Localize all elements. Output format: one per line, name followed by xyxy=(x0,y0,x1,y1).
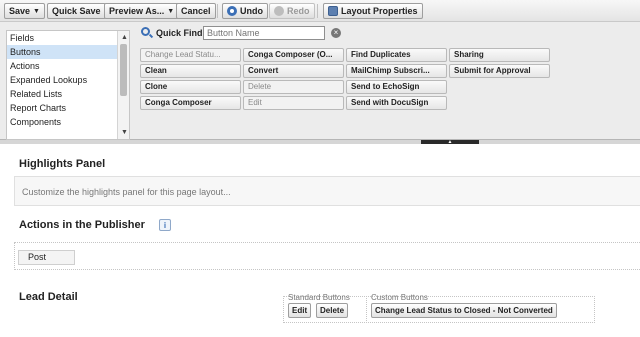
button-group-divider xyxy=(366,296,367,323)
palette-button-mailchimp-subscribe[interactable]: MailChimp Subscri... xyxy=(346,64,447,78)
search-icon xyxy=(141,27,150,36)
redo-label: Redo xyxy=(287,6,310,16)
palette-button-change-lead-status[interactable]: Change Lead Statu... xyxy=(140,48,241,62)
cancel-label: Cancel xyxy=(181,6,211,16)
quick-find-input[interactable] xyxy=(203,26,325,40)
standard-buttons-label: Standard Buttons xyxy=(288,293,350,302)
edit-button[interactable]: Edit xyxy=(288,303,312,318)
palette-button-sharing[interactable]: Sharing xyxy=(449,48,550,62)
category-report-charts[interactable]: Report Charts xyxy=(7,101,129,115)
palette-category-list: Fields Buttons Actions Expanded Lookups … xyxy=(6,30,130,140)
redo-button[interactable]: Redo xyxy=(269,3,315,19)
palette-button-conga-composer-o[interactable]: Conga Composer (O... xyxy=(243,48,344,62)
palette-button-send-to-echosign[interactable]: Send to EchoSign xyxy=(346,80,447,94)
palette-button-edit[interactable]: Edit xyxy=(243,96,344,110)
change-lead-status-button[interactable]: Change Lead Status to Closed - Not Conve… xyxy=(371,303,557,318)
category-buttons[interactable]: Buttons xyxy=(7,45,129,59)
layout-properties-label: Layout Properties xyxy=(341,6,418,16)
toolbar-divider xyxy=(217,4,218,18)
custom-buttons-label: Custom Buttons xyxy=(371,293,428,302)
palette-button-send-with-docusign[interactable]: Send with DocuSign xyxy=(346,96,447,110)
palette-button-convert[interactable]: Convert xyxy=(243,64,344,78)
layout-properties-button[interactable]: Layout Properties xyxy=(323,3,423,19)
clear-search-icon[interactable]: × xyxy=(331,28,341,38)
chevron-down-icon: ▼ xyxy=(167,7,175,15)
toolbar: Save ▼ Quick Save Preview As... ▼ Cancel… xyxy=(0,0,640,22)
category-fields[interactable]: Fields xyxy=(7,31,129,45)
redo-icon xyxy=(274,6,284,16)
toolbar-divider xyxy=(317,4,318,18)
info-icon[interactable]: i xyxy=(159,219,171,231)
undo-label: Undo xyxy=(240,6,263,16)
palette-button-conga-composer[interactable]: Conga Composer xyxy=(140,96,241,110)
undo-icon xyxy=(227,6,237,16)
palette-button-delete[interactable]: Delete xyxy=(243,80,344,94)
publisher-section-title: Actions in the Publisher xyxy=(19,219,145,231)
palette-button-clone[interactable]: Clone xyxy=(140,80,241,94)
palette-button-clean[interactable]: Clean xyxy=(140,64,241,78)
lead-detail-title: Lead Detail xyxy=(19,291,78,303)
post-action[interactable]: Post xyxy=(18,250,75,265)
layout-properties-icon xyxy=(328,6,338,16)
undo-button[interactable]: Undo xyxy=(222,3,268,19)
cancel-button[interactable]: Cancel xyxy=(176,3,216,19)
category-related-lists[interactable]: Related Lists xyxy=(7,87,129,101)
chevron-down-icon[interactable]: ▼ xyxy=(33,8,40,15)
palette-resize-bar[interactable] xyxy=(0,140,640,144)
palette-button-submit-for-approval[interactable]: Submit for Approval xyxy=(449,64,550,78)
category-scrollbar[interactable]: ▲ ▼ xyxy=(117,31,129,139)
scroll-down-icon[interactable]: ▼ xyxy=(121,129,128,136)
category-components[interactable]: Components xyxy=(7,115,129,129)
preview-as-label: Preview As... xyxy=(109,6,165,16)
scroll-up-icon[interactable]: ▲ xyxy=(121,34,128,41)
palette-button-find-duplicates[interactable]: Find Duplicates xyxy=(346,48,447,62)
highlights-panel-hint: Customize the highlights panel for this … xyxy=(22,187,231,197)
highlights-panel-title: Highlights Panel xyxy=(19,158,106,170)
save-button[interactable]: Save ▼ xyxy=(4,3,45,19)
publisher-actions-box xyxy=(14,242,640,270)
quick-save-button[interactable]: Quick Save xyxy=(47,3,106,19)
quick-save-label: Quick Save xyxy=(52,6,101,16)
delete-button[interactable]: Delete xyxy=(316,303,349,318)
save-label: Save xyxy=(9,6,31,16)
preview-as-button[interactable]: Preview As... ▼ xyxy=(104,3,180,19)
category-expanded-lookups[interactable]: Expanded Lookups xyxy=(7,73,129,87)
category-actions[interactable]: Actions xyxy=(7,59,129,73)
scrollbar-thumb[interactable] xyxy=(120,44,127,96)
quick-find-label: Quick Find xyxy=(156,28,203,38)
collapse-palette-handle[interactable]: ▲ xyxy=(421,140,479,145)
